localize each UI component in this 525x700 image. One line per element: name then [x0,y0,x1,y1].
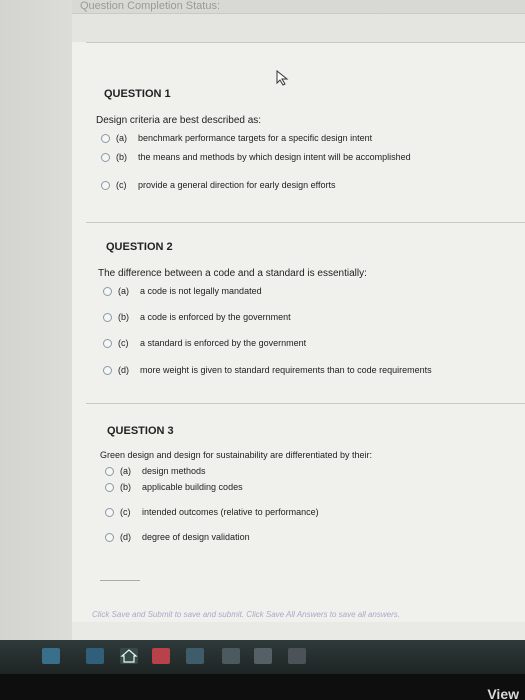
question-3-option-a[interactable]: (a) design methods [105,466,206,476]
divider [86,222,525,223]
option-text: a code is not legally mandated [140,286,262,296]
option-letter: (a) [120,466,131,476]
option-text: intended outcomes (relative to performan… [142,507,319,517]
mouse-cursor-icon [276,70,289,86]
question-2-title: QUESTION 2 [106,241,173,253]
radio-button[interactable] [103,312,112,322]
app-icon[interactable] [254,648,272,664]
radio-button[interactable] [101,152,110,162]
option-text: the means and methods by which design in… [138,152,411,162]
radio-button[interactable] [103,338,112,348]
view-label: View [487,686,519,700]
app-icon[interactable] [86,648,104,664]
question-1-title: QUESTION 1 [104,88,171,100]
question-3-option-c[interactable]: (c) intended outcomes (relative to perfo… [105,507,319,517]
question-2-option-c[interactable]: (c) a standard is enforced by the govern… [103,338,306,348]
question-1-option-b[interactable]: (b) the means and methods by which desig… [101,152,411,162]
option-text: benchmark performance targets for a spec… [138,133,373,143]
option-letter: (a) [116,133,127,143]
radio-button[interactable] [105,466,114,476]
radio-button[interactable] [105,507,114,517]
question-1-prompt: Design criteria are best described as: [96,115,262,126]
question-3-prompt: Green design and design for sustainabili… [100,450,372,460]
option-letter: (c) [120,507,131,517]
question-2-option-a[interactable]: (a) a code is not legally mandated [103,286,262,296]
radio-button[interactable] [105,532,114,542]
question-3-option-d[interactable]: (d) degree of design validation [105,532,250,542]
app-icon[interactable] [288,648,306,664]
question-2-option-b[interactable]: (b) a code is enforced by the government [103,312,291,322]
radio-button[interactable] [101,180,110,190]
question-2-prompt: The difference between a code and a stan… [98,268,367,279]
radio-button[interactable] [103,286,112,296]
question-1-option-c[interactable]: (c) provide a general direction for earl… [101,180,335,190]
question-2-option-d[interactable]: (d) more weight is given to standard req… [103,365,432,375]
radio-button[interactable] [101,133,110,143]
divider [86,42,525,43]
divider [100,580,140,581]
home-icon[interactable] [120,648,138,664]
left-sidebar [0,0,72,640]
app-icon[interactable] [152,648,170,664]
app-icon[interactable] [186,648,204,664]
footer-instruction: Click Save and Submit to save and submit… [92,610,400,619]
option-text: a standard is enforced by the government [140,338,307,348]
home-icon [120,649,138,663]
app-icon[interactable] [222,648,240,664]
option-letter: (b) [120,482,131,492]
option-letter: (d) [120,532,131,542]
option-letter: (b) [118,312,129,322]
question-3-option-b[interactable]: (b) applicable building codes [105,482,243,492]
bottom-edge [0,674,525,700]
radio-button[interactable] [103,365,112,375]
question-1-option-a[interactable]: (a) benchmark performance targets for a … [101,133,372,143]
option-text: design methods [142,466,206,476]
option-letter: (a) [118,286,129,296]
option-text: provide a general direction for early de… [138,180,336,190]
option-letter: (c) [116,180,127,190]
option-text: degree of design validation [142,532,250,542]
option-letter: (c) [118,338,129,348]
option-text: more weight is given to standard require… [140,365,432,375]
option-letter: (d) [118,365,129,375]
option-letter: (b) [116,152,127,162]
app-icon[interactable] [42,648,60,664]
question-3-title: QUESTION 3 [107,425,174,437]
option-text: a code is enforced by the government [140,312,291,322]
radio-button[interactable] [105,482,114,492]
option-text: applicable building codes [142,482,243,492]
divider [86,403,525,404]
question-completion-status[interactable]: Question Completion Status: [80,0,220,12]
